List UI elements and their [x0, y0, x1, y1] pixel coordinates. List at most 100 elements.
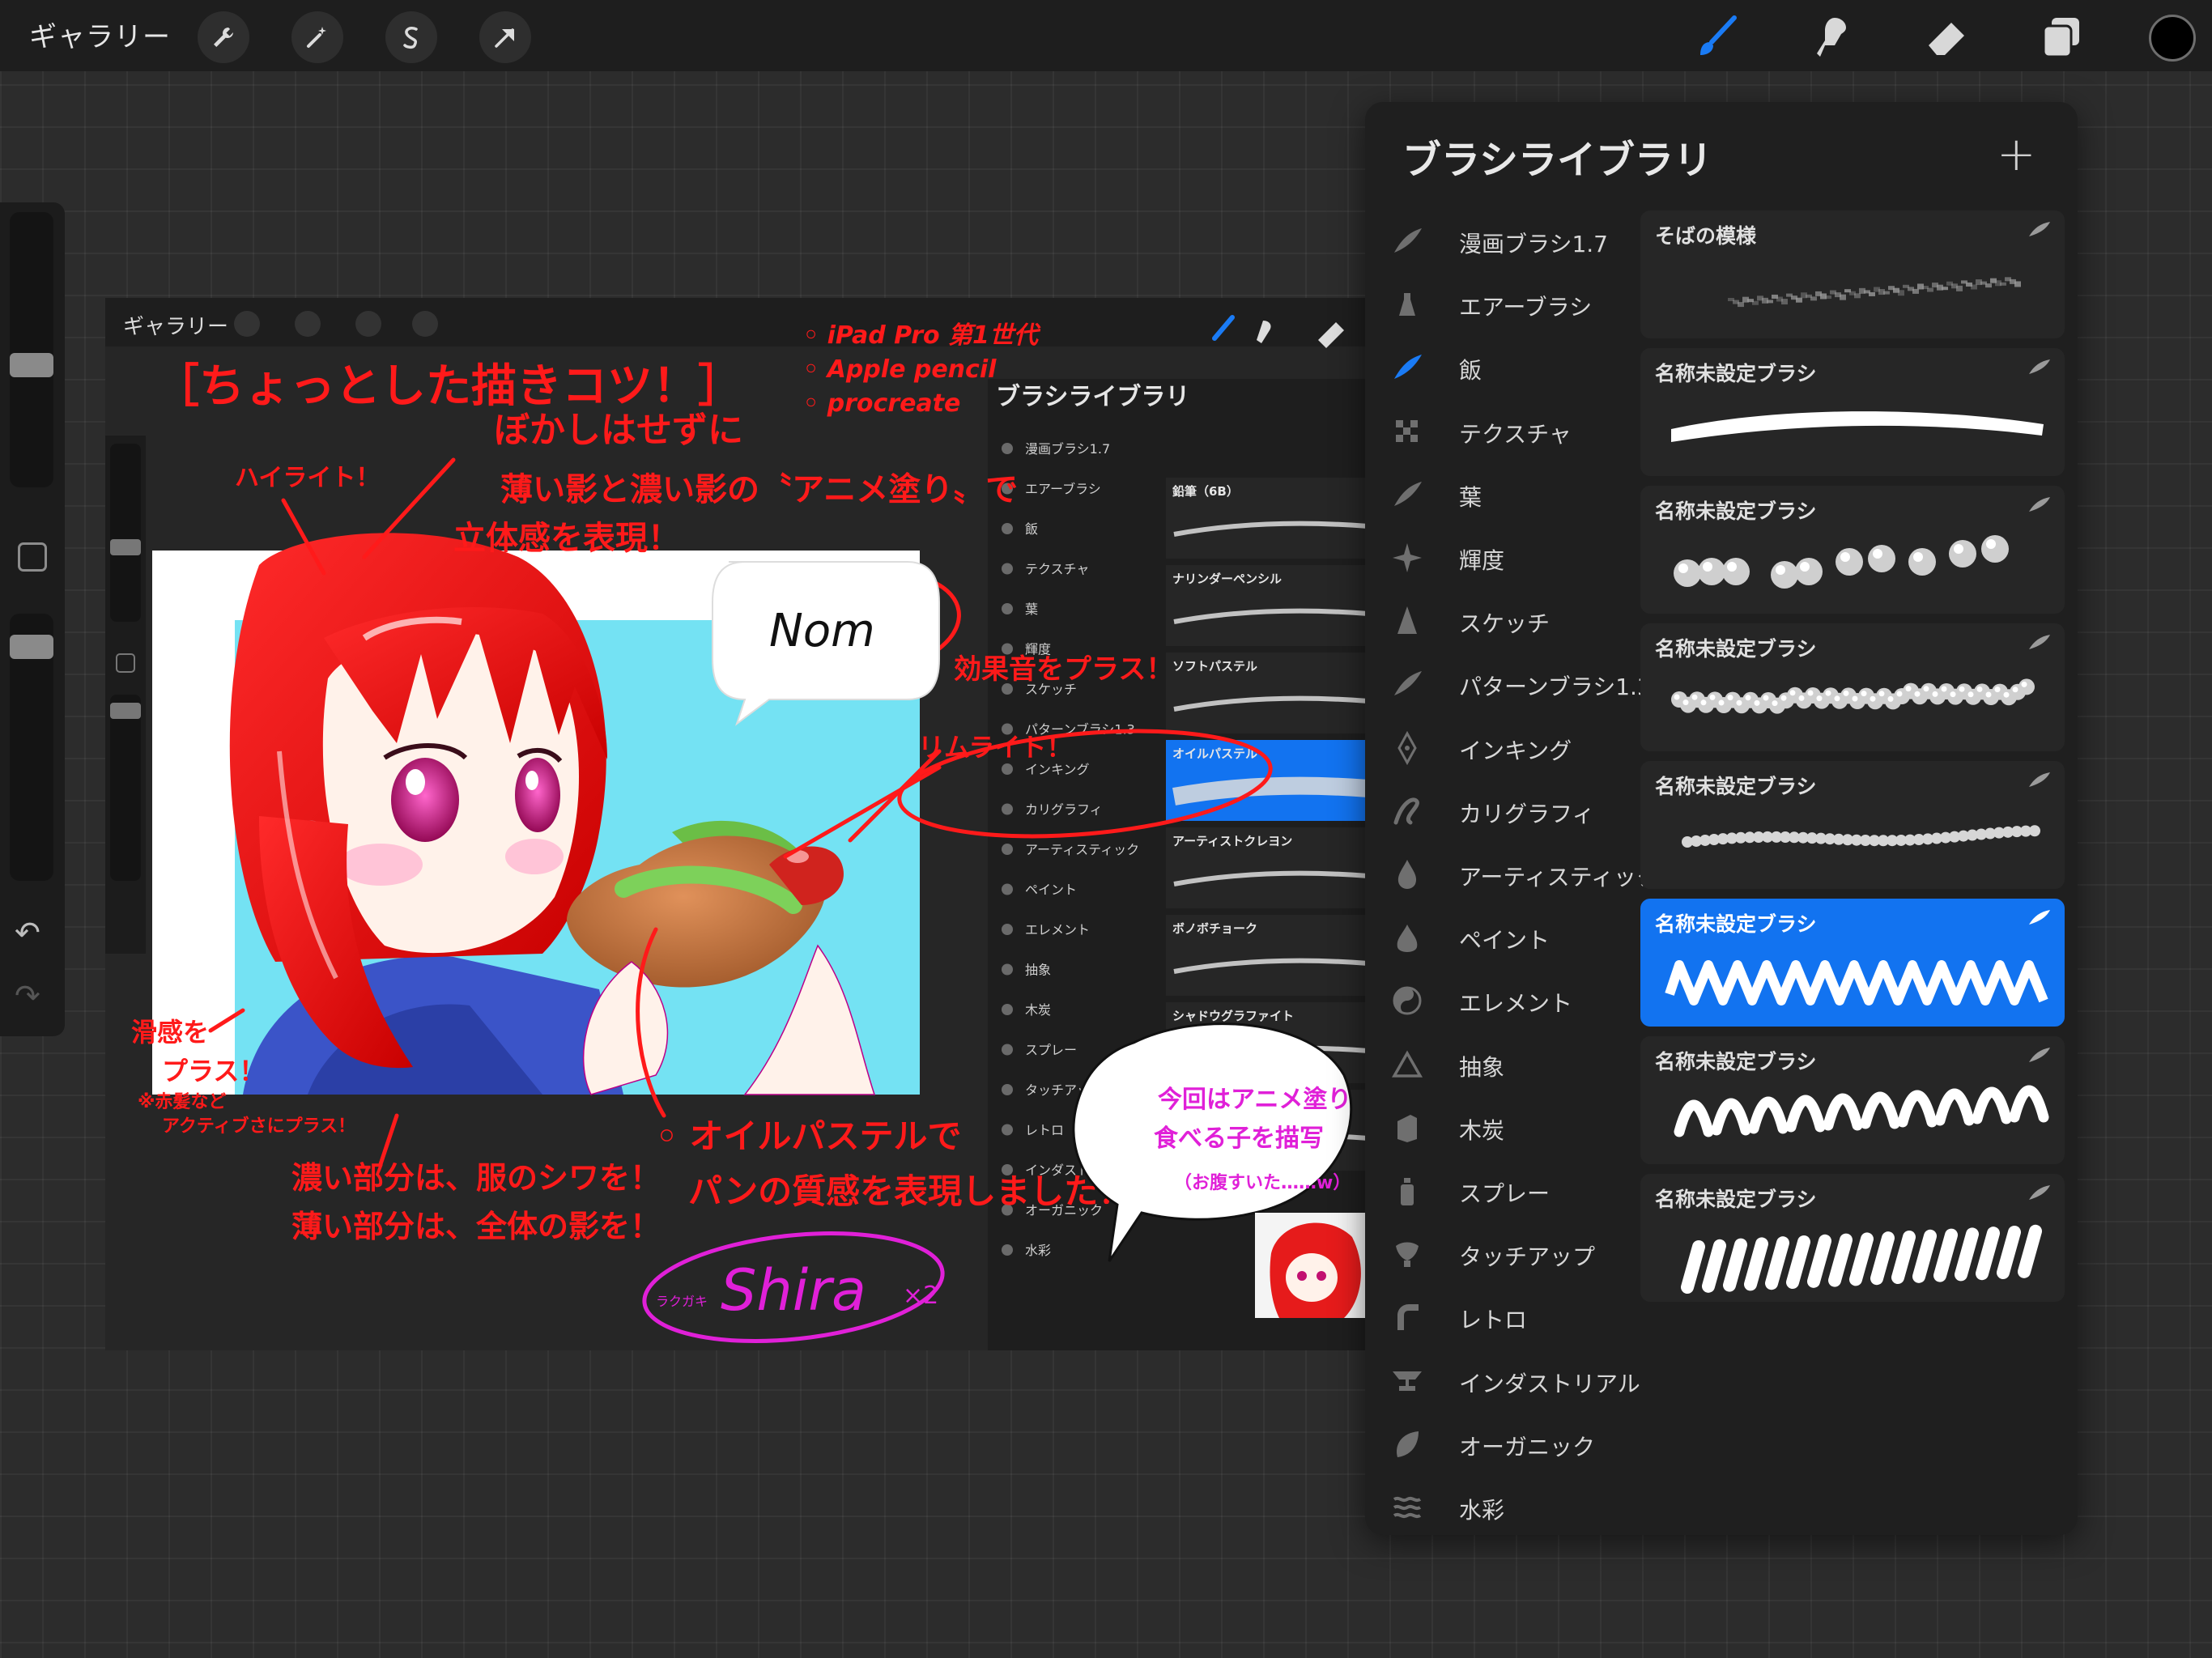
- brush-category-item[interactable]: 木炭: [1365, 1097, 1640, 1158]
- brush-library-title: ブラシライブラリ: [1402, 138, 1713, 183]
- mini-category-icon: [1002, 1084, 1013, 1095]
- paint-drop-icon: [1389, 857, 1425, 892]
- add-brush-button[interactable]: +: [1997, 126, 2036, 181]
- brush-name: 名称未設定ブラシ: [1655, 1050, 1817, 1073]
- brush-stroke-icon: [2027, 358, 2052, 377]
- brush-category-label: インキング: [1459, 737, 1572, 764]
- smudge-icon[interactable]: [1807, 13, 1856, 62]
- mini-gallery-label: ギャラリー: [123, 315, 228, 339]
- yin-yang-icon: [1389, 983, 1425, 1018]
- mini-category-label: カリグラフィ: [1025, 802, 1103, 818]
- mini-category-icon: [1002, 844, 1013, 855]
- mini-category-icon: [1002, 443, 1013, 454]
- brush-category-label: テクスチャ: [1459, 420, 1572, 448]
- brush-category-label: 木炭: [1459, 1116, 1505, 1144]
- mini-category-label: エレメント: [1025, 922, 1090, 937]
- brush-category-item[interactable]: テクスチャ: [1365, 401, 1640, 462]
- mini-category-label: 木炭: [1025, 1002, 1051, 1018]
- opacity-thumb[interactable]: [10, 635, 53, 659]
- brush-category-item[interactable]: 飯: [1365, 337, 1640, 398]
- brush-category-label: スケッチ: [1459, 610, 1551, 638]
- note-title: ［ちょっとした描きコツ！］: [154, 360, 743, 413]
- brush-stroke-icon: [2027, 633, 2052, 653]
- anvil-icon: [1389, 1363, 1425, 1399]
- brush-category-item[interactable]: オーガニック: [1365, 1414, 1640, 1475]
- top-toolbar: ギャラリー: [0, 0, 2212, 71]
- brush-stroke-icon: [2027, 1046, 2052, 1065]
- brush-category-item[interactable]: インキング: [1365, 717, 1640, 779]
- mini-category-icon: [1002, 1124, 1013, 1136]
- gallery-button[interactable]: ギャラリー: [29, 15, 171, 54]
- mini-category-icon: [1002, 563, 1013, 575]
- magic-wand-icon: [307, 27, 326, 48]
- brush-category-item[interactable]: ペイント: [1365, 907, 1640, 968]
- brush-category-item[interactable]: 水彩: [1365, 1477, 1640, 1538]
- brush-stroke-icon: [2027, 771, 2052, 790]
- eraser-icon[interactable]: [1922, 13, 1971, 62]
- brush-card[interactable]: 名称未設定ブラシ: [1640, 1036, 2065, 1164]
- mini-category-label: 漫画ブラシ1.7: [1025, 441, 1110, 457]
- brush-card-selected[interactable]: 名称未設定ブラシ: [1640, 899, 2065, 1027]
- note-anime-1: 薄い影と濃い影の〝アニメ塗り〟で: [500, 471, 1018, 508]
- brush-category-item[interactable]: 抽象: [1365, 1034, 1640, 1095]
- selection-button[interactable]: [385, 11, 437, 63]
- canvas-artwork[interactable]: ギャラリー ブラシライブラリ 漫画ブラシ1.7エアーブラシ飯テクスチャ葉輝度スケ…: [105, 298, 1368, 1350]
- brush-card[interactable]: 名称未設定ブラシ: [1640, 1174, 2065, 1302]
- brush-stroke-preview: [1655, 387, 2052, 468]
- brush-card[interactable]: そばの模様: [1640, 210, 2065, 338]
- brush-category-item[interactable]: エレメント: [1365, 970, 1640, 1031]
- brush-category-item[interactable]: エアーブラシ: [1365, 274, 1640, 335]
- brush-category-item[interactable]: タッチアップ: [1365, 1223, 1640, 1285]
- brush-category-item[interactable]: インダストリアル: [1365, 1350, 1640, 1412]
- mini-brush-name: 鉛筆（6B）: [1172, 484, 1239, 499]
- left-sidebar: ↶ ↷: [0, 202, 65, 1036]
- modify-button[interactable]: [18, 542, 47, 572]
- mini-category-label: 水彩: [1025, 1243, 1051, 1258]
- brush-name: そばの模様: [1655, 224, 1757, 248]
- note-oil-2: パンの質感を表現しました！: [688, 1171, 1132, 1211]
- mini-category-icon: [1002, 763, 1013, 775]
- brush-stroke-preview: [1655, 1075, 2052, 1156]
- mini-category-icon: [1002, 603, 1013, 614]
- note-anime-2: 立体感を表現！: [453, 520, 680, 557]
- transform-arrow-icon: [495, 28, 514, 48]
- brush-category-item[interactable]: 漫画ブラシ1.7: [1365, 210, 1640, 272]
- brush-card[interactable]: 名称未設定ブラシ: [1640, 486, 2065, 614]
- mini-category-icon: [1002, 1044, 1013, 1056]
- color-picker-button[interactable]: [2149, 15, 2196, 62]
- mini-portrait: [1255, 1213, 1368, 1318]
- brush-category-label: アーティスティック: [1459, 864, 1659, 891]
- brush-card[interactable]: 名称未設定ブラシ: [1640, 761, 2065, 889]
- brush-category-item[interactable]: 輝度: [1365, 527, 1640, 589]
- mini-category-label: アーティスティック: [1025, 842, 1139, 857]
- brush-card[interactable]: 名称未設定ブラシ: [1640, 348, 2065, 476]
- bubble-text-3: （お腹すいた……w）: [1174, 1172, 1351, 1193]
- redo-button[interactable]: ↷: [15, 978, 40, 1014]
- brush-size-slider[interactable]: [10, 212, 53, 487]
- brush-category-item[interactable]: スプレー: [1365, 1160, 1640, 1222]
- brush-size-thumb[interactable]: [10, 353, 53, 377]
- brush-card[interactable]: 名称未設定ブラシ: [1640, 623, 2065, 751]
- triangle-icon: [1389, 1047, 1425, 1082]
- brush-category-label: レトロ: [1459, 1307, 1528, 1334]
- brush-category-item[interactable]: アーティスティック: [1365, 844, 1659, 905]
- mini-category-icon: [1002, 1004, 1013, 1015]
- undo-button[interactable]: ↶: [15, 915, 40, 950]
- brush-category-item[interactable]: レトロ: [1365, 1286, 1640, 1348]
- brush-category-item[interactable]: スケッチ: [1365, 590, 1640, 652]
- mini-category-label: エアーブラシ: [1025, 482, 1101, 497]
- adjustments-button[interactable]: [291, 11, 343, 63]
- actions-button[interactable]: [198, 11, 249, 63]
- opacity-slider[interactable]: [10, 614, 53, 881]
- brush-name: 名称未設定ブラシ: [1655, 1188, 1817, 1211]
- brush-category-item[interactable]: パターンブラシ1.3: [1365, 653, 1652, 715]
- brush-category-item[interactable]: 葉: [1365, 464, 1640, 525]
- note-oil-1: ◦ オイルパステルで: [656, 1116, 961, 1156]
- brush-stroke-icon: [1389, 350, 1425, 385]
- layers-icon[interactable]: [2037, 13, 2086, 62]
- brush-icon[interactable]: [1692, 13, 1741, 62]
- brush-category-item[interactable]: カリグラフィ: [1365, 780, 1640, 842]
- transform-button[interactable]: [479, 11, 531, 63]
- mini-category-label: テクスチャ: [1025, 562, 1089, 577]
- mini-category-label: 葉: [1025, 602, 1038, 617]
